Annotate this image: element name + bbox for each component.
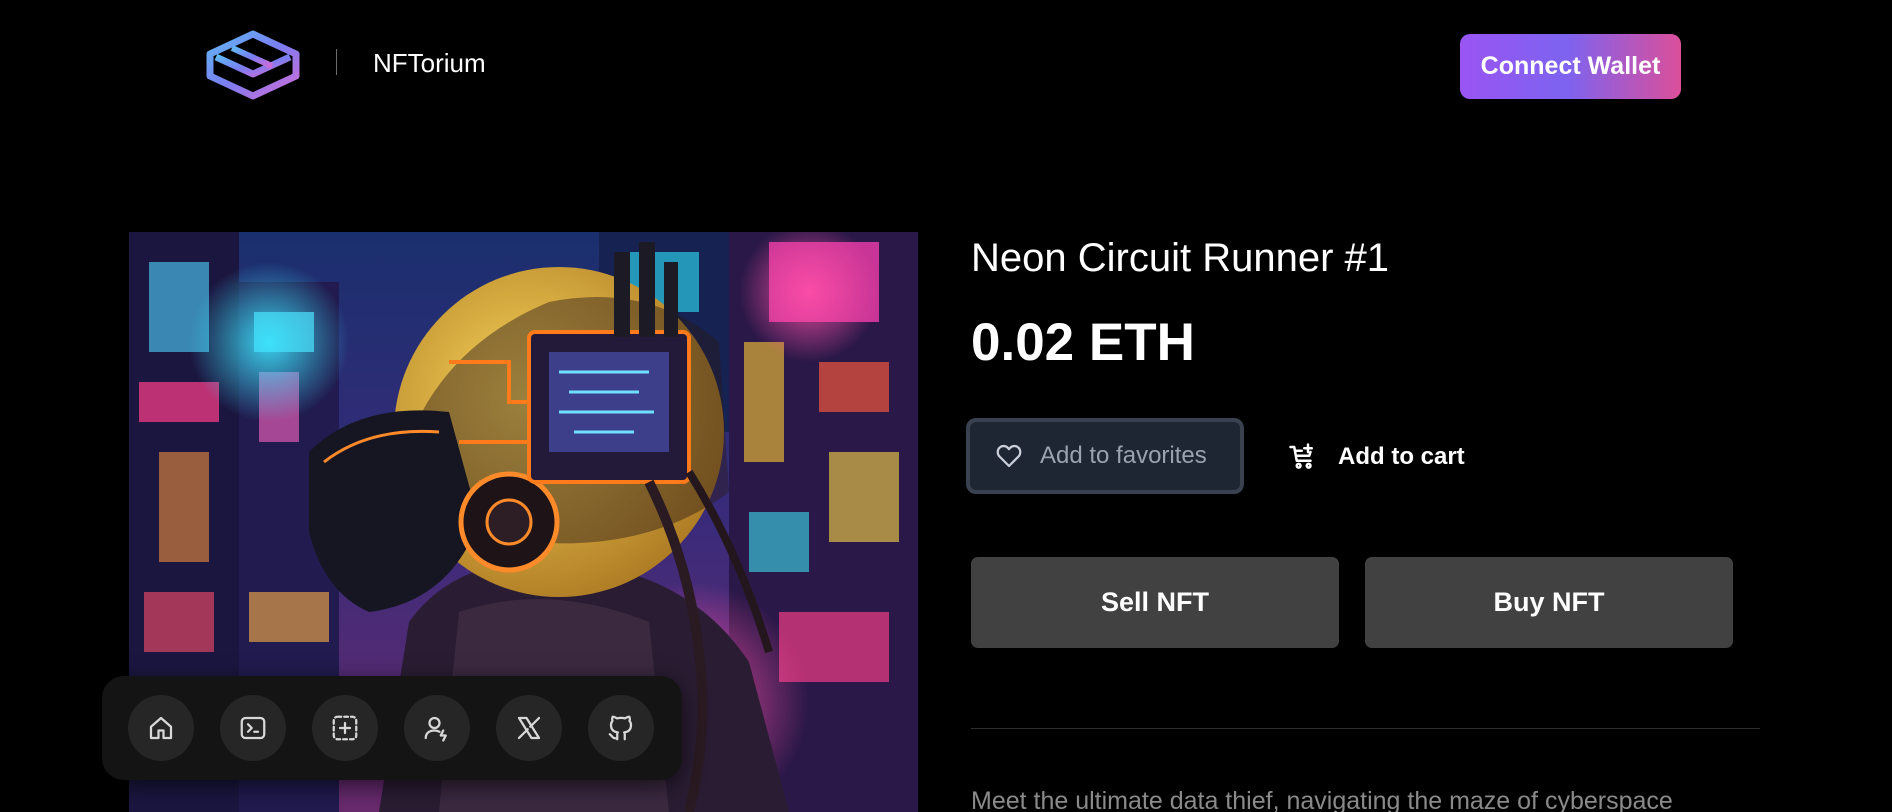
site-header: NFTorium Connect Wallet — [0, 0, 1892, 130]
add-to-favorites-button[interactable]: Add to favorites — [966, 418, 1244, 494]
sell-nft-button[interactable]: Sell NFT — [971, 557, 1339, 648]
add-square-icon[interactable] — [312, 695, 378, 761]
cart-plus-icon — [1289, 443, 1313, 469]
brand-name[interactable]: NFTorium — [373, 47, 486, 79]
nft-description: Meet the ultimate data thief, navigating… — [971, 787, 1673, 812]
add-to-cart-label: Add to cart — [1338, 443, 1465, 470]
section-divider — [971, 728, 1760, 729]
home-icon[interactable] — [128, 695, 194, 761]
user-plus-icon[interactable] — [404, 695, 470, 761]
nft-price: 0.02 ETH — [971, 313, 1195, 372]
logo-divider — [336, 49, 337, 75]
logo-icon[interactable] — [206, 30, 301, 100]
add-to-cart-button[interactable]: Add to cart — [1288, 436, 1465, 478]
add-to-favorites-label: Add to favorites — [1040, 442, 1207, 469]
x-logo-icon[interactable] — [496, 695, 562, 761]
nft-detail-page: NFTorium Connect Wallet Neon Circuit Run… — [0, 0, 1892, 812]
github-icon[interactable] — [588, 695, 654, 761]
floating-dock — [102, 676, 682, 780]
connect-wallet-button[interactable]: Connect Wallet — [1460, 34, 1681, 99]
buy-nft-button[interactable]: Buy NFT — [1365, 557, 1733, 648]
nft-title: Neon Circuit Runner #1 — [971, 236, 1389, 280]
terminal-icon[interactable] — [220, 695, 286, 761]
heart-icon — [996, 444, 1022, 468]
